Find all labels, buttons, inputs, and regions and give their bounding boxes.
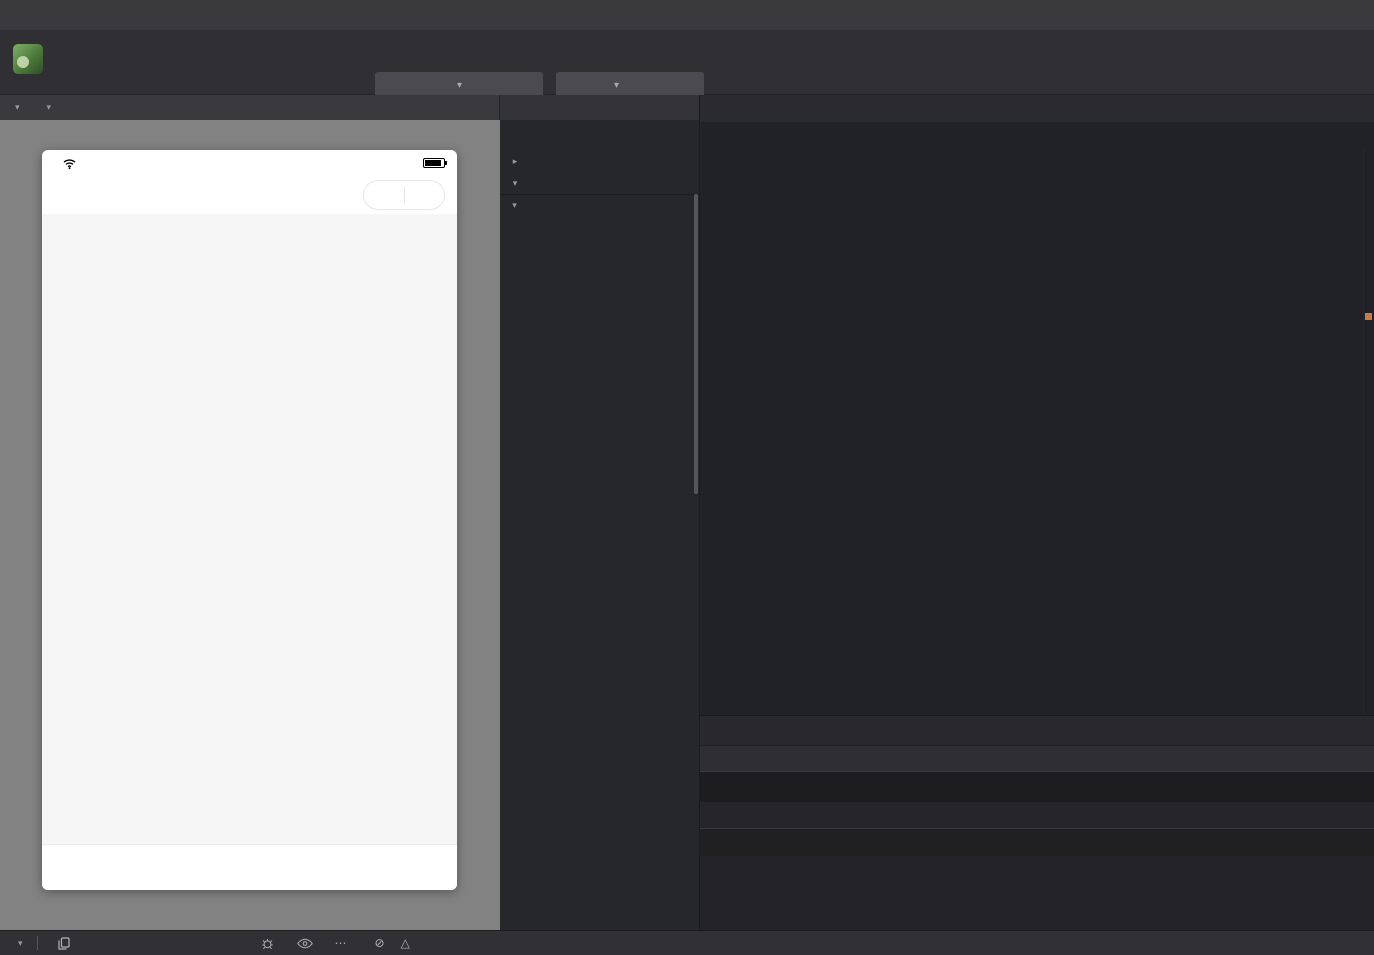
chevron-down-icon: ▾ — [508, 200, 521, 211]
hot-reload-toggle[interactable]: ▾ — [20, 102, 52, 113]
phone-status-bar — [42, 150, 457, 176]
device-select[interactable]: ▾ — [0, 102, 20, 113]
editor-scrollbar[interactable] — [1363, 148, 1374, 715]
battery-icon — [423, 158, 445, 168]
copy-icon[interactable] — [58, 937, 70, 950]
minimize-button[interactable] — [1242, 0, 1286, 30]
explorer-activity-bar — [500, 95, 699, 120]
explorer-scrollbar[interactable] — [694, 194, 698, 494]
kebab-icon[interactable]: ⋯ — [335, 936, 349, 950]
miniapp-content — [42, 214, 457, 844]
breadcrumb — [700, 122, 1374, 148]
maximize-button[interactable] — [1286, 0, 1330, 30]
pages-section-row[interactable]: ▾ — [500, 172, 699, 194]
wechat-devtools-window: ▾ ▾ ▾ ▾ — [0, 0, 1374, 955]
window-controls — [1242, 0, 1374, 30]
chevron-right-icon: ▸ — [508, 156, 522, 167]
project-avatar[interactable] — [13, 44, 43, 74]
outline-section-row[interactable]: ▾ — [500, 194, 699, 216]
eye-icon[interactable] — [297, 937, 313, 950]
simulator-toolbar: ▾ ▾ — [0, 95, 500, 120]
capsule-divider — [404, 187, 405, 203]
chevron-down-icon: ▾ — [614, 80, 619, 91]
miniapp-capsule — [363, 180, 445, 210]
code-area[interactable] — [700, 148, 1374, 153]
chevron-down-icon: ▾ — [18, 938, 23, 949]
phone-mockup — [42, 150, 457, 890]
devtools-tab-bar — [700, 745, 1374, 772]
phone-nav-bar — [42, 176, 457, 214]
styles-content-area[interactable] — [700, 856, 1374, 930]
resource-explorer: ▸ ▾ ▾ — [500, 95, 700, 930]
style-tab-bar — [700, 802, 1374, 829]
wxml-tree-area[interactable] — [700, 772, 1374, 802]
status-bar: ▾ ⋯ ⊘ △ — [0, 930, 1374, 955]
chevron-down-icon: ▾ — [457, 80, 462, 91]
scrollbar-marker — [1365, 313, 1372, 320]
bug-icon[interactable] — [260, 936, 275, 951]
titlebar — [0, 0, 1374, 30]
chevron-down-icon: ▾ — [508, 178, 522, 189]
toolbar: ▾ ▾ — [0, 30, 1374, 95]
debugger-panel — [700, 715, 1374, 930]
style-filter-row — [700, 829, 1374, 856]
close-button[interactable] — [1330, 0, 1374, 30]
errors-icon: ⊘ — [375, 936, 385, 950]
editor-tab-bar — [700, 95, 1374, 122]
divider — [37, 936, 38, 950]
debugger-tab-bar — [700, 716, 1374, 745]
open-editors-row[interactable]: ▸ — [500, 150, 699, 172]
wifi-icon — [63, 158, 76, 169]
chevron-down-icon: ▾ — [47, 102, 52, 113]
warnings-icon: △ — [401, 936, 410, 950]
simulator-panel — [0, 120, 500, 930]
miniapp-tabbar — [42, 844, 457, 890]
code-editor — [700, 95, 1374, 715]
